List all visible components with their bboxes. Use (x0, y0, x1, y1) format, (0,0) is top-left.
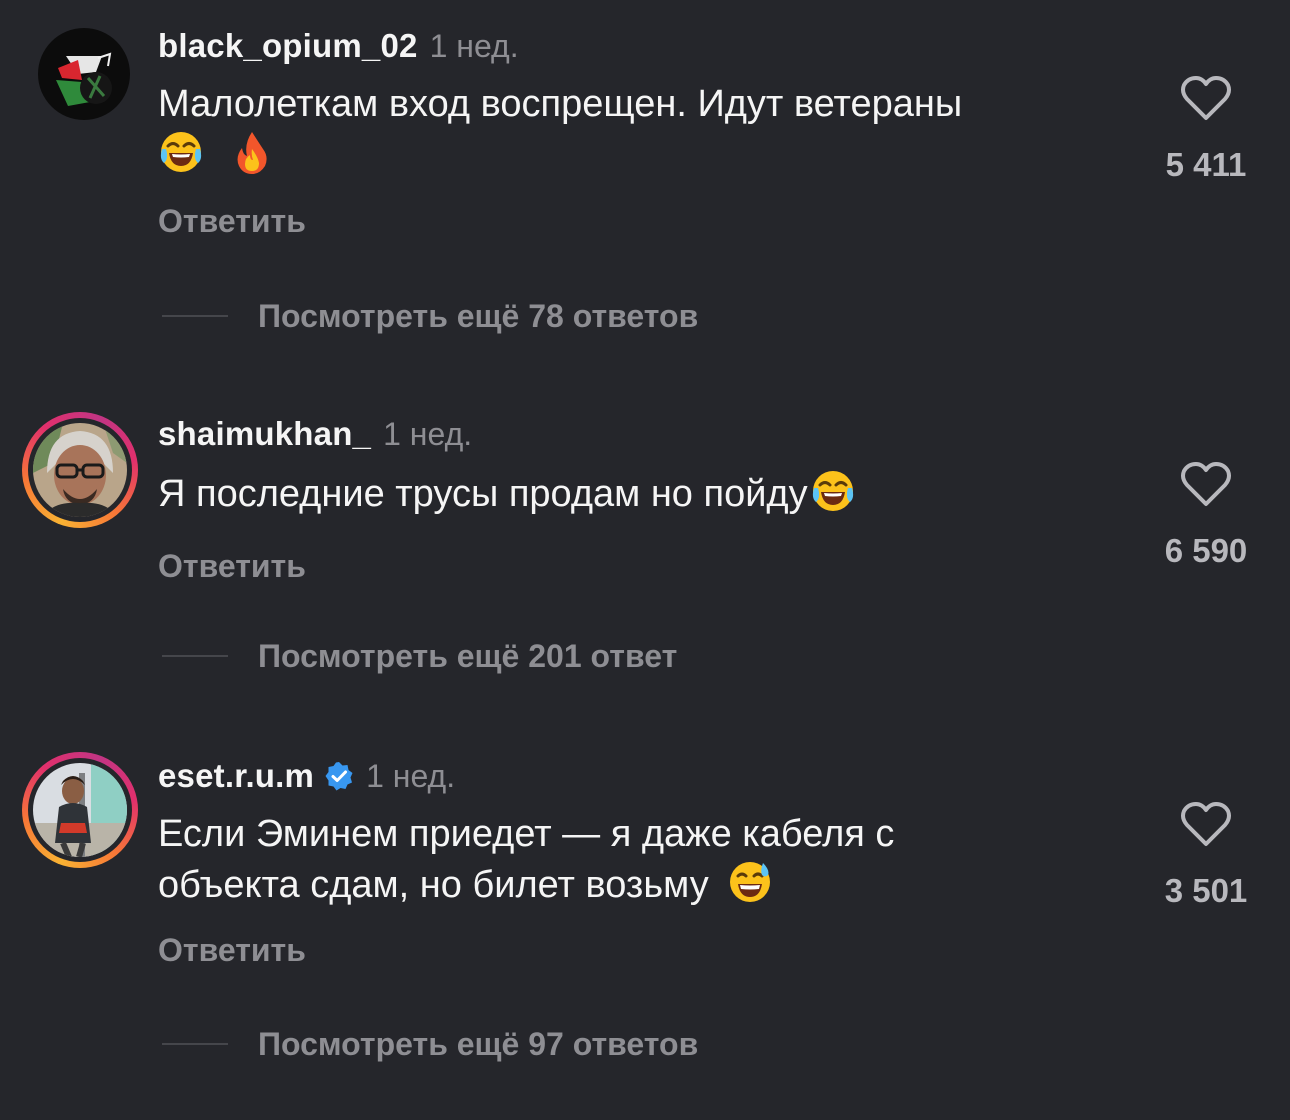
comment-text: Если Эминем приедет — я даже кабеля с об… (158, 810, 1118, 910)
comment-item: black_opium_02 1 нед. Малолеткам вход во… (0, 0, 1290, 360)
timestamp: 1 нед. (366, 757, 456, 794)
view-replies-label: Посмотреть ещё 97 ответов (258, 1025, 699, 1062)
reply-button[interactable]: Ответить (158, 548, 306, 585)
fire-emoji (229, 129, 275, 175)
comment-item: eset.r.u.m 1 нед. Если Эминем приедет — … (0, 700, 1290, 1120)
like-count: 5 411 (1165, 146, 1247, 183)
avatar-image (38, 28, 130, 120)
heart-icon[interactable] (1180, 460, 1232, 508)
like-count: 6 590 (1164, 532, 1248, 569)
like-count: 3 501 (1164, 872, 1248, 909)
comments-list: black_opium_02 1 нед. Малолеткам вход во… (0, 0, 1290, 1120)
avatar-image (33, 763, 127, 857)
comment-text-line: объекта сдам, но билет возьму (158, 864, 709, 906)
view-replies-label: Посмотреть ещё 201 ответ (258, 637, 678, 674)
view-replies-label: Посмотреть ещё 78 ответов (258, 297, 699, 334)
face-with-tears-of-joy-emoji (158, 129, 204, 175)
avatar[interactable] (22, 752, 138, 868)
username[interactable]: black_opium_02 (158, 27, 418, 65)
comment-item: shaimukhan_ 1 нед. Я последние трусы про… (0, 360, 1290, 700)
view-replies-button[interactable]: Посмотреть ещё 201 ответ (162, 634, 677, 678)
divider (162, 1043, 228, 1045)
grinning-face-with-sweat-emoji (727, 859, 773, 905)
timestamp: 1 нед. (383, 415, 473, 452)
heart-icon[interactable] (1180, 800, 1232, 848)
avatar[interactable] (22, 412, 138, 528)
face-with-tears-of-joy-emoji (810, 468, 856, 514)
comment-text-line: Малолеткам вход воспрещен. Идут ветераны (158, 83, 963, 125)
username[interactable]: shaimukhan_ (158, 415, 371, 453)
view-replies-button[interactable]: Посмотреть ещё 78 ответов (162, 294, 698, 338)
comment-text: Я последние трусы продам но пойду (158, 468, 1118, 519)
like-section: 6 590 (1150, 460, 1262, 570)
verified-badge-icon (324, 761, 354, 791)
comment-header: eset.r.u.m 1 нед. (158, 754, 455, 798)
comment-header: black_opium_02 1 нед. (158, 24, 519, 68)
view-replies-button[interactable]: Посмотреть ещё 97 ответов (162, 1022, 698, 1066)
reply-button[interactable]: Ответить (158, 932, 306, 969)
comment-header: shaimukhan_ 1 нед. (158, 412, 472, 456)
avatar-image (33, 423, 127, 517)
divider (162, 315, 228, 317)
comment-text: Малолеткам вход воспрещен. Идут ветераны (158, 80, 1118, 180)
like-section: 3 501 (1150, 800, 1262, 910)
comment-text-line: Я последние трусы продам но пойду (158, 473, 808, 515)
comment-text-line: Если Эминем приедет — я даже кабеля с (158, 813, 895, 855)
like-section: 5 411 (1150, 74, 1262, 184)
divider (162, 655, 228, 657)
avatar[interactable] (38, 28, 130, 120)
timestamp: 1 нед. (429, 27, 519, 64)
heart-icon[interactable] (1180, 74, 1232, 122)
username[interactable]: eset.r.u.m (158, 757, 314, 795)
reply-button[interactable]: Ответить (158, 203, 306, 240)
